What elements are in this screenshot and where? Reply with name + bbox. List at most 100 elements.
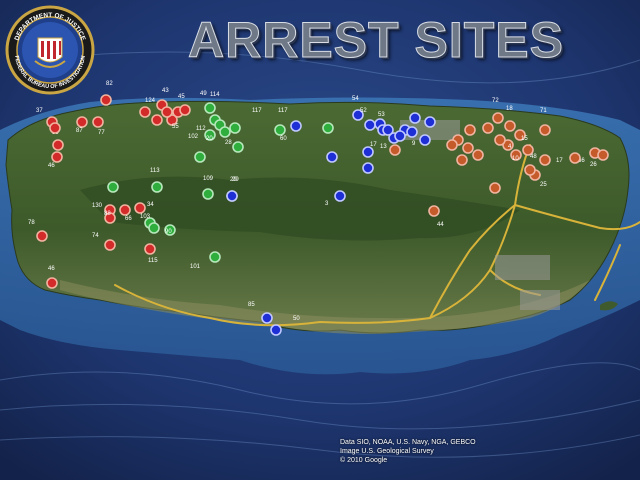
map-view: 8243453759877746551241308866747811546114… (0, 0, 640, 480)
red-arrest-marker[interactable] (144, 243, 156, 255)
orange-arrest-marker[interactable] (472, 149, 484, 161)
green-arrest-marker[interactable] (148, 222, 160, 234)
marker-label: 115 (148, 258, 158, 264)
marker-label: 60 (280, 136, 287, 142)
red-arrest-marker[interactable] (161, 106, 173, 118)
green-arrest-marker[interactable] (209, 251, 221, 263)
marker-label: 46 (48, 163, 55, 169)
orange-arrest-marker[interactable] (462, 142, 474, 154)
orange-arrest-marker[interactable] (464, 124, 476, 136)
red-arrest-marker[interactable] (51, 151, 63, 163)
marker-label: 90 (165, 229, 172, 235)
red-arrest-marker[interactable] (179, 104, 191, 116)
orange-arrest-marker[interactable] (428, 205, 440, 217)
blue-arrest-marker[interactable] (406, 126, 418, 138)
marker-label: 130 (92, 203, 103, 209)
marker-label: 74 (92, 233, 99, 239)
blue-arrest-marker[interactable] (290, 120, 302, 132)
marker-label: 18 (506, 106, 513, 112)
green-arrest-marker[interactable] (229, 122, 241, 134)
marker-label: 28 (225, 140, 232, 146)
blue-arrest-marker[interactable] (226, 190, 238, 202)
green-arrest-marker[interactable] (232, 141, 244, 153)
marker-label: 45 (178, 94, 185, 100)
marker-label: 43 (162, 88, 169, 94)
orange-arrest-marker[interactable] (446, 139, 458, 151)
marker-label: 53 (378, 112, 385, 118)
blue-arrest-marker[interactable] (394, 130, 406, 142)
green-arrest-marker[interactable] (274, 124, 286, 136)
orange-arrest-marker[interactable] (597, 149, 609, 161)
marker-label: 117 (252, 108, 262, 114)
orange-arrest-marker[interactable] (539, 124, 551, 136)
red-arrest-marker[interactable] (119, 204, 131, 216)
green-arrest-marker[interactable] (151, 181, 163, 193)
blue-arrest-marker[interactable] (364, 119, 376, 131)
marker-label: 77 (98, 130, 105, 136)
orange-arrest-marker[interactable] (456, 154, 468, 166)
green-arrest-marker[interactable] (322, 122, 334, 134)
marker-label: 26 (590, 162, 597, 168)
marker-label: 124 (145, 98, 156, 104)
credit-line: © 2010 Google (340, 457, 388, 464)
marker-label: 109 (203, 176, 214, 182)
marker-label: 82 (106, 81, 113, 87)
orange-arrest-marker[interactable] (524, 164, 536, 176)
red-arrest-marker[interactable] (104, 239, 116, 251)
red-arrest-marker[interactable] (151, 114, 163, 126)
blue-arrest-marker[interactable] (362, 146, 374, 158)
marker-label: 87 (76, 128, 83, 134)
credit-line: Image U.S. Geological Survey (340, 448, 434, 455)
marker-label: 66 (125, 216, 132, 222)
green-arrest-marker[interactable] (194, 151, 206, 163)
marker-label: 54 (352, 96, 359, 102)
marker-label: 20 (206, 136, 213, 142)
red-arrest-marker[interactable] (76, 116, 88, 128)
red-arrest-marker[interactable] (100, 94, 112, 106)
red-arrest-marker[interactable] (92, 116, 104, 128)
red-arrest-marker[interactable] (134, 202, 146, 214)
red-arrest-marker[interactable] (36, 230, 48, 242)
green-arrest-marker[interactable] (202, 188, 214, 200)
red-arrest-marker[interactable] (49, 122, 61, 134)
marker-label: 71 (540, 108, 547, 114)
marker-label: 46 (48, 266, 55, 272)
red-arrest-marker[interactable] (52, 139, 64, 151)
blue-arrest-marker[interactable] (261, 312, 273, 324)
orange-arrest-marker[interactable] (389, 144, 401, 156)
green-arrest-marker[interactable] (204, 102, 216, 114)
orange-arrest-marker[interactable] (482, 122, 494, 134)
marker-label: 55 (172, 124, 179, 130)
green-arrest-marker[interactable] (219, 126, 231, 138)
blue-arrest-marker[interactable] (270, 324, 282, 336)
page-title: ARREST SITES (188, 12, 564, 69)
marker-label: 78 (28, 220, 35, 226)
orange-arrest-marker[interactable] (494, 134, 506, 146)
satellite-map: 8243453759877746551241308866747811546114… (0, 0, 640, 480)
orange-arrest-marker[interactable] (492, 112, 504, 124)
marker-label: 29 (232, 177, 239, 183)
marker-label: 25 (540, 182, 547, 188)
orange-arrest-marker[interactable] (569, 152, 581, 164)
orange-arrest-marker[interactable] (539, 154, 551, 166)
blue-arrest-marker[interactable] (409, 112, 421, 124)
orange-arrest-marker[interactable] (489, 182, 501, 194)
marker-label: 102 (188, 134, 199, 140)
orange-arrest-marker[interactable] (504, 120, 516, 132)
marker-label: 37 (36, 108, 43, 114)
blue-arrest-marker[interactable] (424, 116, 436, 128)
marker-label: 52 (360, 108, 367, 114)
blue-arrest-marker[interactable] (326, 151, 338, 163)
blue-arrest-marker[interactable] (334, 190, 346, 202)
marker-label: 48 (530, 154, 537, 160)
blue-arrest-marker[interactable] (362, 162, 374, 174)
red-arrest-marker[interactable] (139, 106, 151, 118)
blue-arrest-marker[interactable] (419, 134, 431, 146)
marker-label: 13 (380, 144, 387, 150)
green-arrest-marker[interactable] (107, 181, 119, 193)
marker-label: 101 (190, 264, 201, 270)
blue-arrest-marker[interactable] (382, 124, 394, 136)
red-arrest-marker[interactable] (46, 277, 58, 289)
marker-label: 117 (278, 108, 288, 114)
marker-label: 49 (200, 91, 207, 97)
